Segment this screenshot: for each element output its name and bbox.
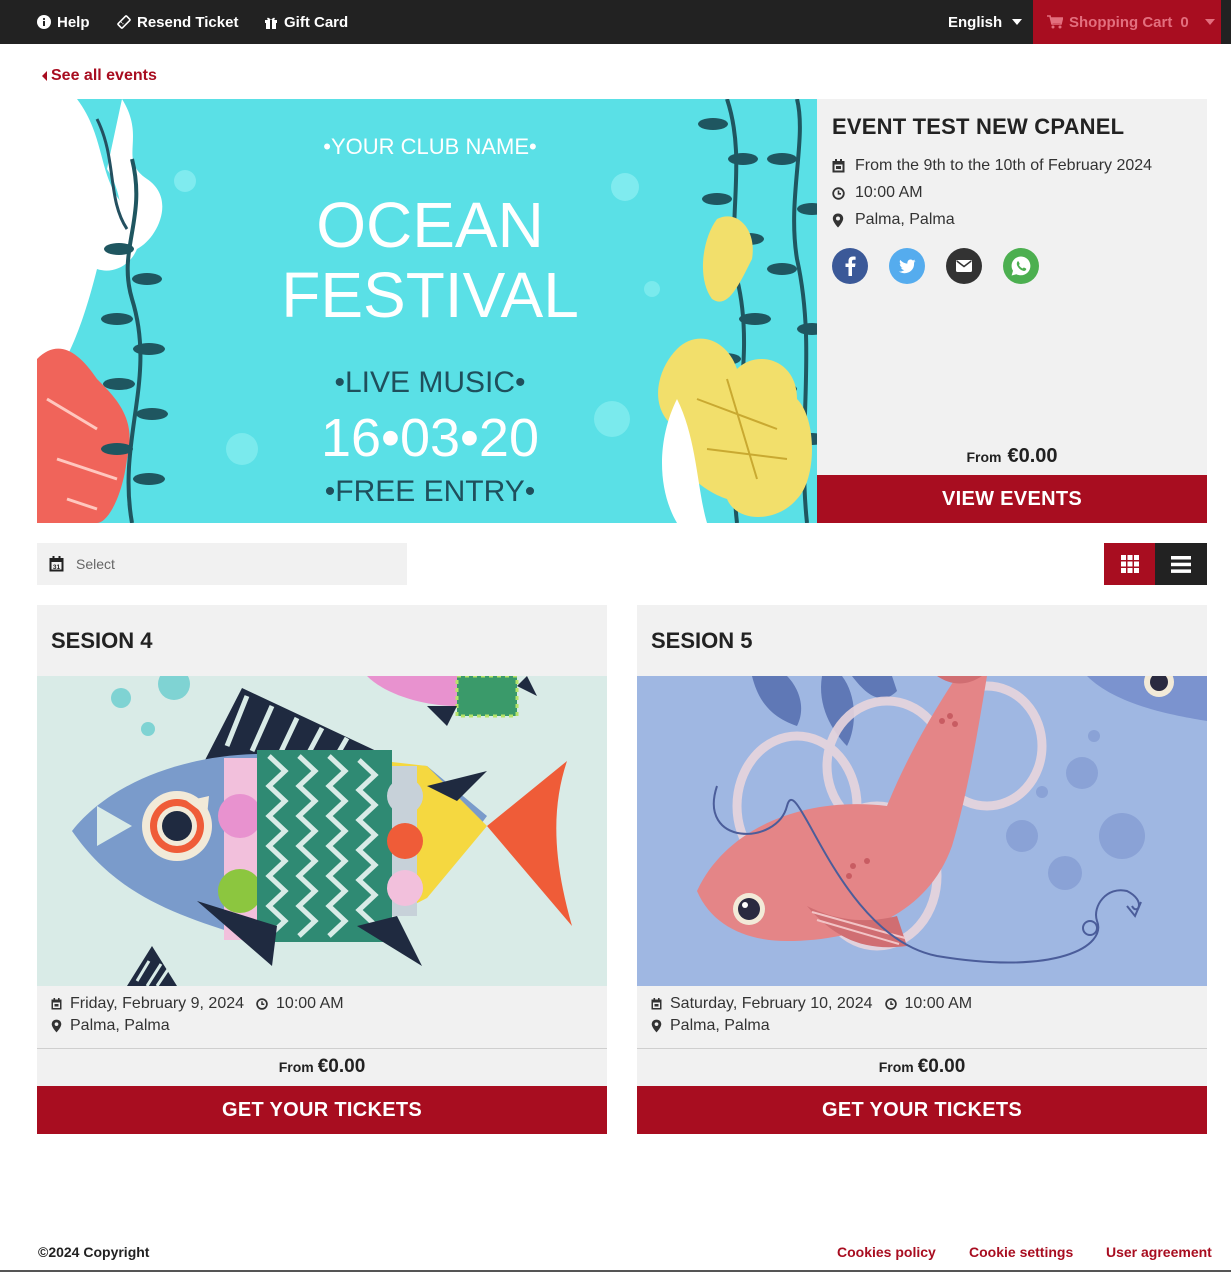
- user-agreement-link[interactable]: User agreement: [1106, 1244, 1212, 1260]
- session-title: SESION 5: [651, 628, 753, 653]
- resend-ticket-link[interactable]: Resend Ticket: [117, 0, 238, 44]
- cart-icon: [1047, 15, 1063, 29]
- session-image: [37, 676, 607, 986]
- chevron-down-icon: [1012, 19, 1023, 25]
- chevron-down-icon: [1204, 19, 1215, 25]
- session-date-row: Friday, February 9, 2024 10:00 AM: [51, 995, 344, 1013]
- event-time: 10:00 AM: [855, 184, 923, 201]
- help-label: Help: [57, 13, 90, 31]
- share-facebook-button[interactable]: [832, 248, 868, 284]
- chevron-left-icon: [42, 71, 47, 81]
- view-events-button[interactable]: VIEW EVENTS: [817, 475, 1207, 523]
- poster-free-entry: •FREE ENTRY•: [325, 475, 535, 508]
- event-location: Palma, Palma: [855, 211, 955, 228]
- price-value: €0.00: [917, 1056, 966, 1077]
- date-filter-placeholder: Select: [76, 556, 115, 572]
- geometric-fish-illustration: [37, 676, 607, 986]
- svg-text:31: 31: [53, 564, 61, 571]
- cookies-policy-link[interactable]: Cookies policy: [837, 1244, 936, 1260]
- session-card: SESION 4 Friday, February 9, 2024 10:00 …: [37, 605, 607, 1134]
- shopping-cart-button[interactable]: Shopping Cart 0: [1033, 0, 1221, 44]
- ticket-icon: [117, 15, 131, 29]
- grid-icon: [1120, 555, 1139, 573]
- calendar-icon: [832, 159, 845, 173]
- session-location-row: Palma, Palma: [651, 1017, 770, 1035]
- gift-icon: [265, 17, 277, 29]
- session-location-row: Palma, Palma: [51, 1017, 170, 1035]
- from-label: From: [278, 1059, 314, 1075]
- event-info-panel: EVENT TEST NEW CPANEL From the 9th to th…: [817, 99, 1207, 523]
- event-dates: From the 9th to the 10th of February 202…: [855, 157, 1153, 174]
- cart-label: Shopping Cart: [1069, 13, 1173, 31]
- get-tickets-button[interactable]: GET YOUR TICKETS: [637, 1086, 1207, 1134]
- cart-count: 0: [1180, 13, 1189, 31]
- facebook-icon: [845, 256, 856, 276]
- map-pin-icon: [832, 213, 844, 227]
- price-value: €0.00: [1007, 445, 1058, 467]
- session-image: [637, 676, 1207, 986]
- session-title: SESION 4: [51, 628, 153, 653]
- cookie-settings-link[interactable]: Cookie settings: [969, 1244, 1073, 1260]
- event-banner-image: •YOUR CLUB NAME• OCEAN FESTIVAL •LIVE MU…: [37, 99, 817, 523]
- poster-live-music: •LIVE MUSIC•: [334, 366, 525, 399]
- grid-view-button[interactable]: [1104, 543, 1155, 585]
- date-filter-select[interactable]: 31 Select: [37, 543, 407, 585]
- share-twitter-button[interactable]: [889, 248, 925, 284]
- see-all-events-label: See all events: [51, 67, 157, 84]
- from-label: From: [878, 1059, 914, 1075]
- poster-title-line2: FESTIVAL: [281, 259, 579, 331]
- clock-icon: [832, 186, 845, 200]
- poster-date: 16•03•20: [321, 408, 539, 468]
- gift-card-label: Gift Card: [284, 13, 349, 31]
- session-time: 10:00 AM: [276, 995, 344, 1012]
- map-pin-icon: [651, 1019, 662, 1033]
- calendar-icon: 31: [49, 556, 64, 572]
- event-location-row: Palma, Palma: [832, 211, 955, 229]
- session-date: Friday, February 9, 2024: [70, 995, 245, 1012]
- email-icon: [956, 260, 972, 272]
- clock-icon: [256, 998, 268, 1010]
- fish-in-plastic-illustration: [637, 676, 1207, 986]
- session-price: From €0.00: [637, 1056, 1207, 1078]
- calendar-icon: [651, 998, 662, 1010]
- share-email-button[interactable]: [946, 248, 982, 284]
- event-dates-row: From the 9th to the 10th of February 202…: [832, 157, 1152, 175]
- list-view-button[interactable]: [1155, 543, 1207, 585]
- from-label: From: [966, 449, 1002, 465]
- price-value: €0.00: [317, 1056, 366, 1077]
- session-date-row: Saturday, February 10, 2024 10:00 AM: [651, 995, 972, 1013]
- top-navbar: Help Resend Ticket Gift Card English Sho…: [0, 0, 1231, 44]
- poster-club-name: •YOUR CLUB NAME•: [323, 134, 536, 159]
- session-location: Palma, Palma: [70, 1017, 170, 1034]
- session-time: 10:00 AM: [904, 995, 973, 1012]
- divider: [37, 1048, 607, 1049]
- info-icon: [37, 15, 51, 29]
- language-label: English: [948, 13, 1003, 31]
- gift-card-link[interactable]: Gift Card: [264, 0, 348, 44]
- event-time-row: 10:00 AM: [832, 184, 923, 202]
- session-price: From €0.00: [37, 1056, 607, 1078]
- share-whatsapp-button[interactable]: [1003, 248, 1039, 284]
- language-dropdown[interactable]: English: [948, 0, 1023, 44]
- get-tickets-button[interactable]: GET YOUR TICKETS: [37, 1086, 607, 1134]
- session-location: Palma, Palma: [670, 1017, 770, 1034]
- twitter-icon: [898, 259, 916, 273]
- ocean-festival-poster: •YOUR CLUB NAME• OCEAN FESTIVAL •LIVE MU…: [37, 99, 817, 523]
- help-link[interactable]: Help: [37, 0, 90, 44]
- event-price: From €0.00: [817, 445, 1207, 468]
- divider: [637, 1048, 1207, 1049]
- session-date: Saturday, February 10, 2024: [670, 995, 873, 1012]
- calendar-icon: [51, 998, 62, 1010]
- list-icon: [1171, 555, 1191, 573]
- map-pin-icon: [51, 1019, 62, 1033]
- session-card: SESION 5 Saturday, February 10, 2024 10:…: [637, 605, 1207, 1134]
- whatsapp-icon: [1011, 256, 1031, 276]
- poster-title-line1: OCEAN: [316, 189, 544, 261]
- event-title: EVENT TEST NEW CPANEL: [832, 114, 1125, 139]
- clock-icon: [884, 998, 897, 1010]
- copyright-text: ©2024 Copyright: [38, 1244, 150, 1260]
- see-all-events-link[interactable]: See all events: [42, 67, 157, 85]
- resend-ticket-label: Resend Ticket: [137, 13, 239, 31]
